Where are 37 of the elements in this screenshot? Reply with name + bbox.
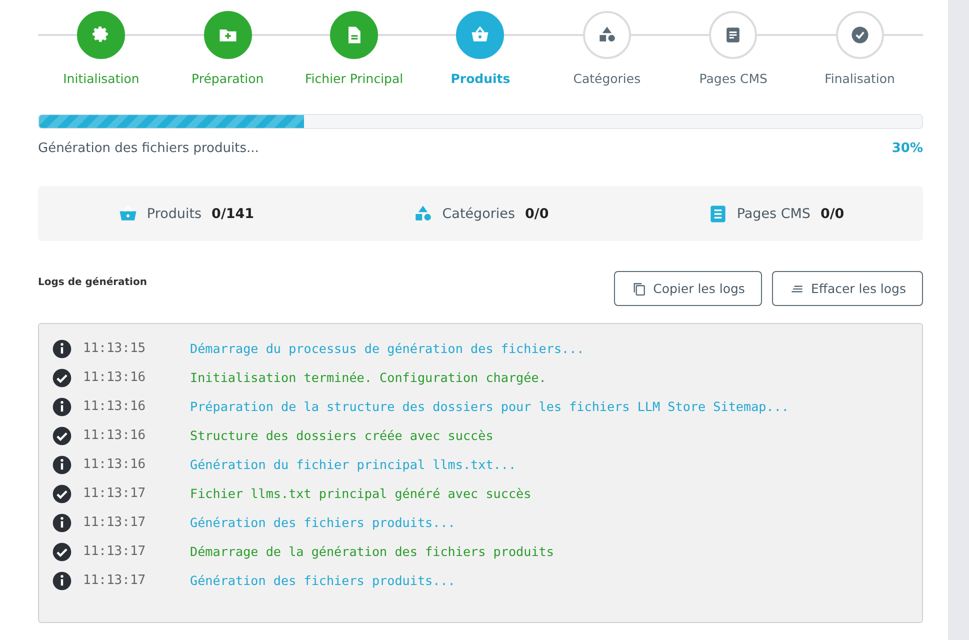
stat-label: Catégories — [442, 206, 516, 222]
log-message: Démarrage du processus de génération des fichiers... — [190, 341, 584, 356]
log-time: 11:13:16 — [83, 428, 147, 443]
log-message: Démarrage de la génération des fichiers produits — [190, 544, 554, 559]
log-time: 11:13:17 — [83, 486, 147, 501]
log-message: Préparation de la structure des dossiers pour les fichiers LLM Store Sitemap... — [190, 399, 789, 414]
log-time: 11:13:15 — [83, 341, 147, 356]
step-label: Pages CMS — [699, 71, 768, 86]
log-time: 11:13:17 — [83, 573, 147, 588]
log-time: 11:13:16 — [83, 399, 147, 414]
stat-value: 0/0 — [820, 206, 844, 222]
step-label: Catégories — [573, 71, 641, 86]
stat-label: Produits — [146, 206, 202, 222]
step-label: Finalisation — [824, 71, 895, 86]
copy-logs-button[interactable]: Copier les logs — [614, 271, 762, 306]
clear-logs-button[interactable]: Effacer les logs — [772, 271, 923, 306]
stat-label: Pages CMS — [736, 206, 810, 222]
stat-value: 0/0 — [525, 206, 549, 222]
log-message: Génération des fichiers produits... — [190, 573, 456, 588]
step-label: Préparation — [192, 71, 264, 86]
step-label: Fichier Principal — [305, 71, 404, 86]
stat-value: 0/141 — [212, 206, 254, 222]
log-message: Structure des dossiers créée avec succès — [190, 428, 494, 443]
copy-icon — [631, 280, 648, 296]
log-message: Génération du fichier principal llms.txt... — [190, 457, 516, 472]
progress-message: Génération des fichiers produits... — [38, 141, 259, 156]
log-message: Initialisation terminée. Configuration chargée. — [190, 370, 546, 385]
step-label: Initialisation — [63, 71, 140, 86]
logs-title: Logs de génération — [38, 277, 147, 288]
log-message: Génération des fichiers produits... — [190, 515, 456, 530]
log-time: 11:13:16 — [83, 370, 147, 385]
log-time: 11:13:17 — [83, 544, 147, 559]
log-message: Fichier llms.txt principal généré avec succès — [190, 486, 532, 501]
progress-percent: 30% — [892, 141, 923, 156]
log-time: 11:13:16 — [83, 457, 147, 472]
log-time: 11:13:17 — [83, 515, 147, 530]
step-label: Produits — [450, 71, 510, 86]
